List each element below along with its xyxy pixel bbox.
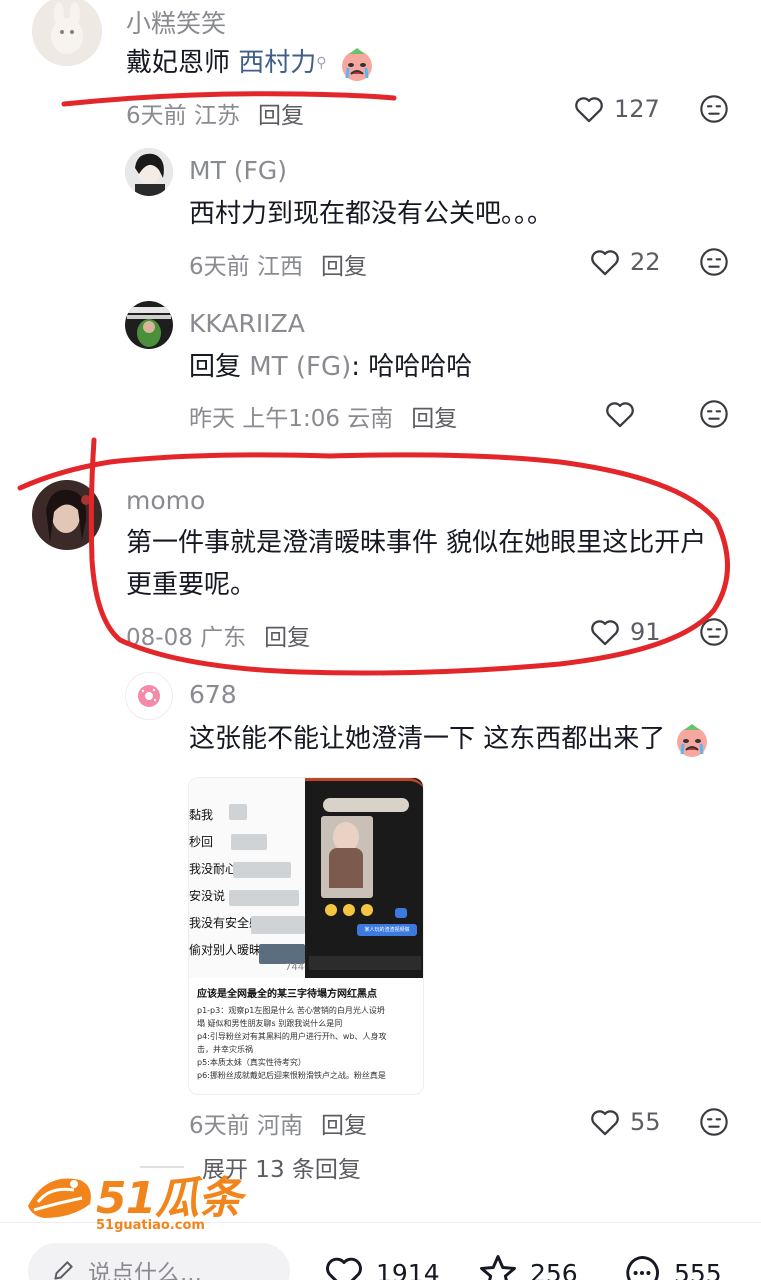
username[interactable]: 678 [189, 680, 237, 709]
reply-button[interactable]: 回复 [258, 103, 304, 129]
username[interactable]: KKARIIZA [189, 309, 305, 338]
comment-text: 第一件事就是澄清暧昧事件 貌似在她眼里这比开户更重要呢。 [126, 528, 707, 600]
reply-text: : 哈哈哈哈 [351, 352, 473, 382]
time-location: 08-08 广东 [126, 625, 247, 651]
heart-icon [591, 620, 619, 646]
like-post-button[interactable]: 1914 [322, 1251, 440, 1280]
comment-text: 回复 MT (FG): 哈哈哈哈 [189, 346, 472, 388]
avatar[interactable] [32, 480, 102, 550]
dislike-icon[interactable] [698, 398, 730, 430]
image-caption: 应该是全网最全的某三字待塌方网红黑点 p1-p3：观察p1左图是什么 苦心营销的… [197, 986, 421, 1082]
avatar[interactable] [125, 301, 173, 349]
comment-count: 555 [674, 1258, 722, 1280]
reply-button[interactable]: 回复 [321, 254, 367, 280]
heart-icon [575, 97, 603, 123]
comment-input[interactable]: 说点什么... [28, 1243, 290, 1280]
time-location: 6天前 江苏 [126, 103, 240, 129]
comment-text-prefix: 戴妃恩师 [126, 48, 239, 78]
reply-prefix: 回复 [189, 352, 250, 382]
post-like-count: 1914 [376, 1258, 440, 1280]
dislike-icon[interactable] [698, 1106, 730, 1138]
reply-button[interactable]: 回复 [411, 406, 457, 432]
comment-text-body: 这张能不能让她澄清一下 这东西都出来了 [189, 724, 666, 754]
time-location: 6天前 江西 [189, 254, 303, 280]
star-icon [480, 1255, 516, 1280]
comment-text: 戴妃恩师 西村力⚲ [126, 42, 375, 84]
search-small-icon[interactable]: ⚲ [316, 55, 326, 71]
image-caption-title: 应该是全网最全的某三字待塌方网红黑点 [197, 989, 377, 1000]
search-link-keyword[interactable]: 西村力 [238, 48, 316, 78]
crying-emoji-icon [341, 47, 372, 81]
dislike-icon[interactable] [698, 616, 730, 648]
mention-username[interactable]: MT (FG) [249, 352, 351, 382]
pencil-icon [54, 1261, 73, 1280]
like-count: 55 [630, 1108, 661, 1136]
image-left-panel: 黏我 秒回 我没耐心 安没说 我没有安全感 偷对别人暧昧 7446 [189, 778, 310, 978]
favorite-button[interactable]: 256 [476, 1251, 578, 1280]
reply-button[interactable]: 回复 [321, 1113, 367, 1139]
username[interactable]: 小糕笑笑 [126, 4, 226, 40]
comment-input-placeholder: 说点什么... [88, 1261, 202, 1280]
like-count: 22 [630, 248, 661, 276]
like-count: 91 [630, 618, 661, 646]
like-button[interactable]: 22 [588, 245, 661, 279]
avatar[interactable] [125, 672, 173, 720]
comment-text: 这张能不能让她澄清一下 这东西都出来了 [189, 718, 710, 760]
comment-image[interactable]: 黏我 秒回 我没耐心 安没说 我没有安全感 偷对别人暧昧 7446 某人玩的渣渣… [188, 777, 424, 1095]
image-right-panel: 某人玩的渣渣视频做 [305, 778, 423, 978]
comment-meta: 6天前 江苏 回复 [126, 96, 304, 130]
like-button[interactable]: 91 [588, 615, 661, 649]
comment-meta: 08-08 广东 回复 [126, 618, 310, 652]
like-count: 127 [614, 95, 660, 123]
time-location: 昨天 上午1:06 云南 [189, 406, 394, 432]
image-left-text: 黏我 秒回 我没耐心 安没说 我没有安全感 偷对别人暧昧 [189, 808, 262, 957]
heart-icon [591, 250, 619, 276]
avatar[interactable] [32, 0, 102, 66]
watermark-brand: 51瓜条 [96, 1173, 242, 1224]
watermark-url: 51guatiao.com [96, 1218, 205, 1233]
heart-icon [606, 402, 634, 428]
avatar[interactable] [125, 148, 173, 196]
comment-bubble-icon [626, 1255, 659, 1280]
crying-emoji-icon [676, 723, 707, 757]
heart-icon [326, 1257, 362, 1280]
username[interactable]: MT (FG) [189, 156, 287, 185]
comment-text: 西村力到现在都没有公关吧。。。 [189, 199, 554, 229]
heart-icon [591, 1110, 619, 1136]
username[interactable]: momo [126, 486, 205, 515]
dislike-icon[interactable] [698, 93, 730, 125]
time-location: 6天前 河南 [189, 1113, 303, 1139]
favorite-count: 256 [530, 1258, 578, 1280]
comment-meta: 昨天 上午1:06 云南 回复 [189, 399, 457, 433]
like-button[interactable]: 127 [572, 92, 660, 126]
dislike-icon[interactable] [698, 246, 730, 278]
comments-button[interactable]: 555 [620, 1251, 722, 1280]
comment-meta: 6天前 江西 回复 [189, 247, 367, 281]
reply-button[interactable]: 回复 [264, 625, 310, 651]
like-button[interactable]: 55 [588, 1105, 661, 1139]
like-button[interactable] [603, 397, 645, 431]
comment-meta: 6天前 河南 回复 [189, 1106, 367, 1140]
